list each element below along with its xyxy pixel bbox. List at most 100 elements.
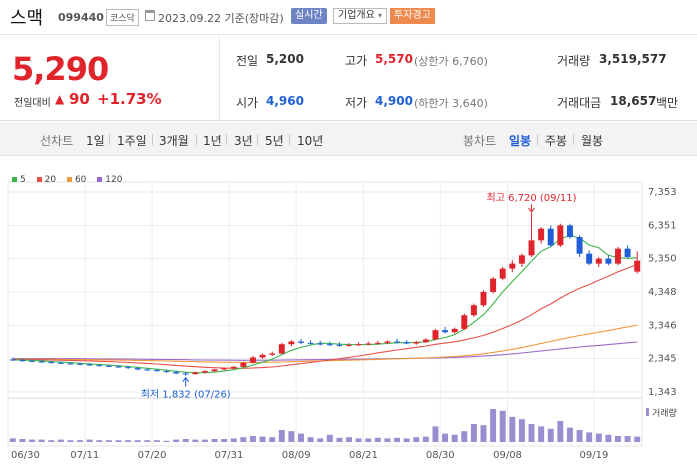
- low-annotation: 최저 1,832 (07/26): [141, 389, 231, 401]
- volume-bar: [480, 425, 487, 442]
- volume-legend-swatch: [646, 408, 649, 416]
- volume-label: 거래량: [557, 54, 591, 68]
- candle-body: [48, 362, 55, 364]
- candle-daily[interactable]: 일봉: [509, 132, 531, 149]
- candlestick-svg: 7,353 6,351 5,350 4,348 3,346 2,345 1,343 06/30…: [7, 181, 677, 461]
- separator: [289, 134, 290, 145]
- volume-bar: [326, 434, 333, 442]
- candle-body: [355, 344, 362, 346]
- candle-body: [605, 258, 612, 264]
- volume-bar: [374, 437, 381, 442]
- y-tick-label: 6,351: [648, 220, 677, 231]
- low-label: 저가: [345, 96, 368, 110]
- stock-name: 스맥: [10, 8, 44, 29]
- realtime-button[interactable]: 실시간: [291, 8, 327, 24]
- period-3m[interactable]: 3개월: [159, 132, 189, 149]
- x-tick-label: 07/20: [138, 450, 167, 461]
- company-overview-label: 기업개요: [338, 10, 375, 21]
- volume-bar: [288, 431, 295, 442]
- volume-bar: [144, 440, 151, 442]
- trade-amount-label: 거래대금: [557, 96, 602, 110]
- candle-body: [624, 248, 631, 257]
- company-overview-button[interactable]: 기업개요 ▾: [333, 8, 388, 24]
- candle-body: [125, 367, 132, 369]
- volume-bar: [557, 421, 564, 442]
- stock-chart[interactable]: 5 20 60 120 7,353 6,351 5,350 4,348 3,346 2,3…: [0, 170, 697, 475]
- candle-body: [365, 343, 372, 345]
- volume-bar: [115, 440, 122, 442]
- legend-ma120-label: 120: [105, 175, 123, 185]
- volume-bar: [518, 419, 525, 442]
- candle-body: [346, 344, 352, 346]
- volume-bar: [490, 409, 497, 442]
- candle-body: [326, 344, 333, 346]
- candle-body: [278, 344, 285, 354]
- candle-body: [403, 342, 410, 344]
- y-tick-label: 2,345: [648, 354, 677, 365]
- candle-body: [134, 368, 141, 370]
- candle-body: [451, 328, 458, 333]
- volume-bar: [509, 416, 516, 442]
- volume-bar: [576, 430, 583, 442]
- candle-body: [144, 369, 151, 371]
- legend-ma120: 120: [97, 175, 122, 185]
- volume-bar: [595, 433, 602, 442]
- x-tick-label: 08/09: [282, 450, 311, 461]
- legend-ma20-label: 20: [44, 175, 57, 185]
- period-1y[interactable]: 1년: [203, 132, 222, 149]
- candle-body: [163, 371, 170, 373]
- volume-legend-label: 거래량: [652, 407, 677, 419]
- candle-body: [249, 357, 256, 363]
- volume-bar: [29, 439, 35, 442]
- volume-bar: [403, 438, 410, 442]
- investment-warning-badge[interactable]: 투자경고: [390, 8, 435, 24]
- legend-ma5-label: 5: [20, 175, 26, 185]
- period-10y[interactable]: 10년: [297, 132, 323, 149]
- candle-body: [29, 360, 35, 362]
- change-value: 90: [69, 90, 90, 108]
- change-percent: +1.73%: [97, 90, 162, 108]
- separator: [109, 134, 110, 145]
- candle-body: [547, 228, 554, 246]
- volume-bar: [259, 436, 266, 442]
- period-1w[interactable]: 1주일: [117, 132, 147, 149]
- upper-limit: (상한가 6,760): [414, 55, 488, 68]
- candle-body: [9, 359, 16, 361]
- volume-bar: [192, 439, 199, 442]
- x-tick-label: 06/30: [11, 450, 40, 461]
- volume-bar: [538, 426, 545, 442]
- period-1d[interactable]: 1일: [86, 132, 105, 149]
- candle-weekly[interactable]: 주봉: [545, 132, 567, 149]
- candle-body: [634, 260, 641, 272]
- volume-bar: [77, 440, 84, 442]
- candle-body: [461, 315, 468, 329]
- candle-body: [576, 237, 583, 254]
- period-5y[interactable]: 5년: [265, 132, 284, 149]
- volume-value: 3,519,577: [599, 52, 667, 66]
- volume-bar: [365, 438, 372, 442]
- volume-bar: [9, 438, 16, 442]
- candle-body: [595, 258, 602, 264]
- candle-body: [96, 365, 103, 367]
- volume-bar: [201, 439, 208, 442]
- volume-bar: [346, 437, 352, 442]
- volume-bar: [67, 440, 74, 442]
- candle-body: [384, 341, 391, 343]
- volume-bar: [221, 439, 228, 442]
- candle-body: [490, 278, 497, 292]
- high-annotation: 최고 6,720 (09/11): [487, 192, 577, 204]
- volume-bar: [57, 439, 64, 442]
- period-3y[interactable]: 3년: [234, 132, 253, 149]
- candle-body: [201, 371, 208, 373]
- volume-bar: [586, 432, 593, 442]
- legend-swatch: [36, 177, 42, 182]
- candle-body: [77, 363, 84, 365]
- volume-bar: [566, 427, 573, 442]
- up-triangle-icon: ▲: [55, 92, 65, 106]
- candle-monthly[interactable]: 월봉: [581, 132, 603, 149]
- chevron-down-icon: ▾: [378, 11, 383, 20]
- candle-body: [288, 341, 295, 345]
- y-tick-label: 1,343: [648, 387, 677, 398]
- candle-body: [19, 360, 26, 362]
- legend-ma60: 60: [66, 175, 86, 185]
